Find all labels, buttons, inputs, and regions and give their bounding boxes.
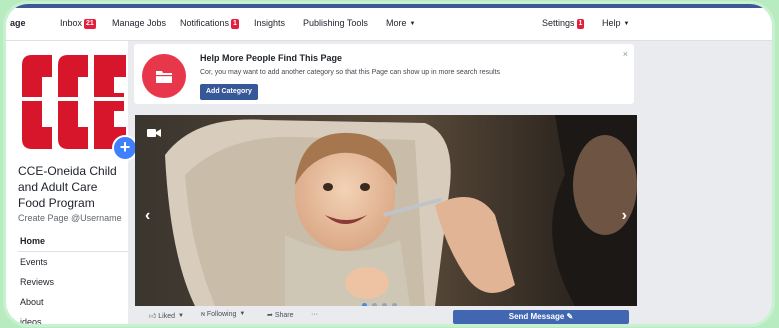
nav-more[interactable]: More ▼ [386, 18, 415, 28]
nav-inbox[interactable]: Inbox 21 [60, 18, 96, 29]
sidebar-item-reviews[interactable]: Reviews [18, 272, 128, 292]
next-slide-button[interactable]: › [622, 207, 627, 225]
slide-dot-1[interactable] [362, 303, 367, 306]
thumbs-up-icon: 👍︎ [149, 313, 159, 320]
slide-dot-4[interactable] [392, 303, 397, 306]
cce-logo-icon [18, 47, 128, 157]
page-actions-bar: 👍︎ Liked ▼ ɴ Following ▼ ➦ Share ··· Send … [135, 308, 637, 324]
share-button[interactable]: ➦ Share [267, 311, 294, 319]
close-icon[interactable]: × [623, 49, 628, 59]
send-message-button[interactable]: Send Message ✎ [453, 310, 629, 324]
notifications-badge: 1 [231, 19, 239, 29]
share-icon: ➦ [267, 312, 275, 319]
page-menu: Home Events Reviews About ideos [18, 231, 128, 324]
slide-indicator [362, 295, 402, 306]
nav-publishing-tools[interactable]: Publishing Tools [303, 18, 368, 28]
sidebar-item-events[interactable]: Events [18, 252, 128, 272]
pencil-icon: ✎ [566, 312, 574, 321]
following-label: Following [206, 311, 237, 318]
category-suggestion-card: Help More People Find This Page Cor, you… [134, 44, 634, 104]
previous-slide-button[interactable]: ‹ [145, 207, 150, 225]
profile-picture[interactable]: + [18, 47, 138, 161]
sidebar-item-videos[interactable]: ideos [18, 312, 128, 324]
browser-frame: age Inbox 21 Manage Jobs Notifications 1 I… [6, 4, 772, 324]
liked-button[interactable]: 👍︎ Liked ▼ [149, 311, 184, 320]
top-navigation: age Inbox 21 Manage Jobs Notifications 1 I… [6, 4, 772, 41]
nav-settings[interactable]: Settings 1 [542, 18, 585, 29]
top-accent-bar [6, 4, 772, 8]
cover-video[interactable]: ‹ › [135, 115, 637, 306]
nav-page-label: age [10, 18, 26, 28]
nav-inbox-label: Inbox [60, 18, 83, 28]
page-name[interactable]: CCE-Oneida Child and Adult Care Food Pro… [18, 163, 126, 211]
chevron-down-icon: ▼ [409, 21, 416, 27]
nav-manage-jobs-label: Manage Jobs [112, 18, 167, 28]
nav-help[interactable]: Help ▼ [602, 18, 629, 28]
nav-notifications-label: Notifications [180, 18, 230, 28]
chevron-down-icon: ▼ [178, 313, 184, 319]
send-message-label: Send Message [508, 312, 565, 321]
video-camera-icon [147, 129, 161, 137]
nav-insights[interactable]: Insights [254, 18, 285, 28]
add-category-button[interactable]: Add Category [200, 84, 258, 100]
inbox-badge: 21 [84, 19, 96, 29]
notice-description: Cor, you may want to add another categor… [200, 69, 500, 76]
settings-badge: 1 [576, 19, 585, 29]
folder-icon [156, 71, 172, 83]
share-label: Share [274, 312, 294, 319]
nav-publishing-tools-label: Publishing Tools [303, 18, 368, 28]
following-button[interactable]: ɴ Following ▼ [201, 311, 245, 318]
sidebar-item-home[interactable]: Home [18, 231, 128, 252]
more-options-button[interactable]: ··· [311, 311, 318, 318]
slide-dot-2[interactable] [372, 303, 377, 306]
chevron-down-icon: ▼ [239, 311, 246, 317]
nav-page[interactable]: age [10, 18, 26, 28]
nav-more-label: More [386, 18, 407, 28]
slide-dot-3[interactable] [382, 303, 387, 306]
nav-settings-label: Settings [542, 18, 575, 28]
cover-photo-image [135, 115, 637, 306]
sidebar-item-about[interactable]: About [18, 292, 128, 312]
nav-manage-jobs[interactable]: Manage Jobs [112, 18, 166, 28]
nav-insights-label: Insights [254, 18, 286, 28]
create-username-link[interactable]: Create Page @Username [18, 213, 122, 223]
liked-label: Liked [158, 313, 175, 320]
notice-icon-circle [142, 54, 186, 98]
chevron-down-icon: ▼ [623, 21, 630, 27]
nav-notifications[interactable]: Notifications 1 [180, 18, 239, 29]
left-sidebar: + CCE-Oneida Child and Adult Care Food P… [6, 41, 138, 324]
notice-title: Help More People Find This Page [200, 53, 343, 63]
nav-help-label: Help [602, 18, 621, 28]
